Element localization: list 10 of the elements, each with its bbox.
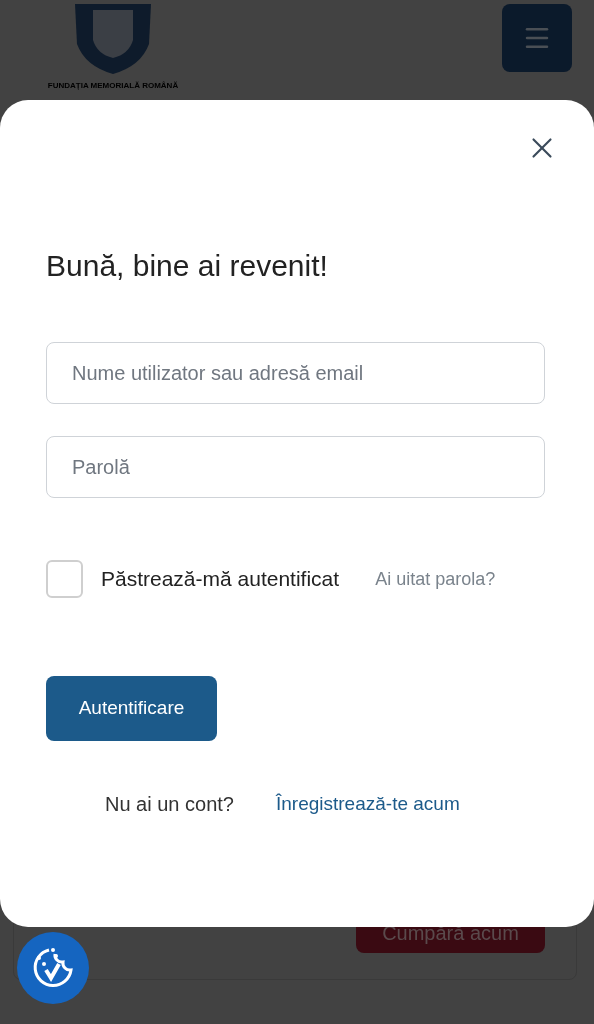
input-field[interactable]: Parolă [46, 436, 545, 498]
remember-checkbox[interactable] [46, 560, 83, 598]
modal-title: Bună, bine ai revenit! [46, 248, 329, 284]
input-field[interactable]: Nume utilizator sau adresă email [46, 342, 545, 404]
register-link[interactable]: Înregistrează-te acum [276, 789, 460, 819]
forgot-password-link[interactable]: Ai uitat parola? [375, 565, 496, 593]
remember-label: Păstrează-mă autentificat [101, 566, 340, 593]
login-button[interactable]: Autentificare [46, 676, 217, 741]
register-prompt: Nu ai un cont? [105, 792, 234, 817]
logo-caption: FUNDAȚIA MEMORIALĂ ROMÂNĂ [47, 80, 179, 92]
